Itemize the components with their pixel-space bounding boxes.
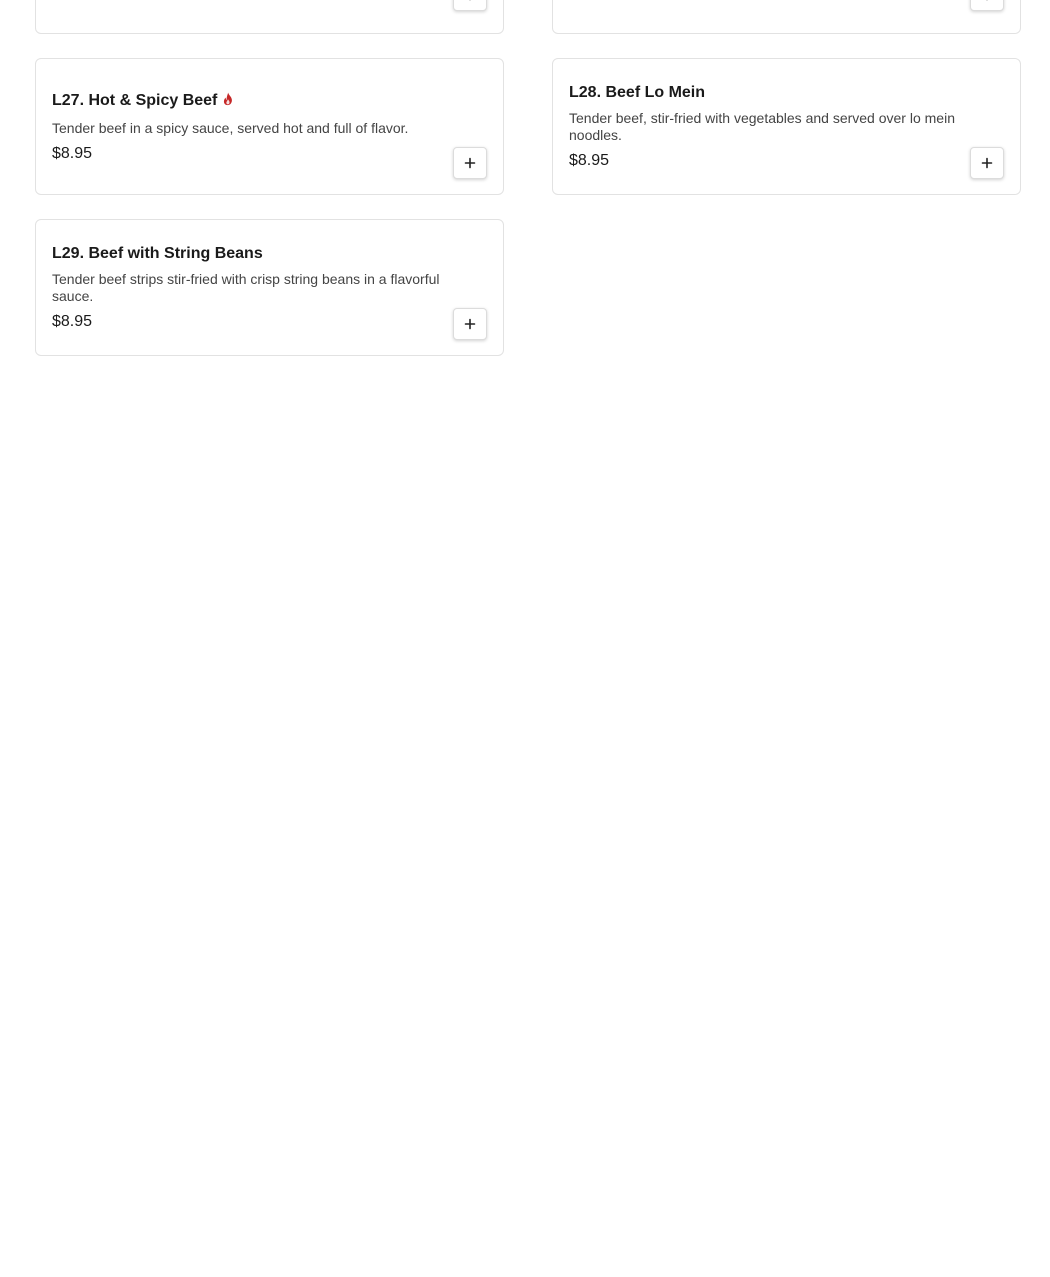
plus-icon [464, 318, 476, 330]
menu-item-title: L27. Hot & Spicy Beef [52, 91, 234, 111]
add-to-cart-button[interactable] [453, 0, 487, 11]
add-to-cart-button[interactable] [970, 0, 1004, 11]
menu-item-card[interactable] [35, 0, 504, 34]
menu-item-description: Tender beef in a spicy sauce, served hot… [52, 120, 409, 136]
menu-item-description: Tender beef, stir-fried with vegetables … [569, 110, 955, 143]
menu-item-price: $8.95 [52, 145, 93, 162]
menu-item-card[interactable] [552, 0, 1021, 34]
plus-icon [986, 0, 988, 1]
menu-item-price: $8.95 [569, 152, 610, 169]
menu-item-card[interactable]: L27. Hot & Spicy Beef Tender beef in a s… [35, 58, 504, 195]
plus-icon [464, 157, 476, 169]
add-to-cart-button[interactable] [970, 147, 1004, 179]
menu-item-name: L28. Beef Lo Mein [569, 84, 706, 101]
menu-item-name: L29. Beef with String Beans [52, 245, 263, 262]
menu-item-description: Tender beef strips stir-fried with crisp… [52, 271, 440, 304]
menu-item-card[interactable]: L29. Beef with String Beans Tender beef … [35, 219, 504, 356]
plus-icon [469, 0, 471, 1]
menu-item-price: $8.95 [52, 313, 93, 330]
menu-item-name: L27. Hot & Spicy Beef [52, 92, 218, 109]
add-to-cart-button[interactable] [453, 147, 487, 179]
flame-icon [224, 92, 233, 106]
plus-icon [981, 157, 993, 169]
add-to-cart-button[interactable] [453, 308, 487, 340]
menu-item-card[interactable]: L28. Beef Lo Mein Tender beef, stir-frie… [552, 58, 1021, 195]
